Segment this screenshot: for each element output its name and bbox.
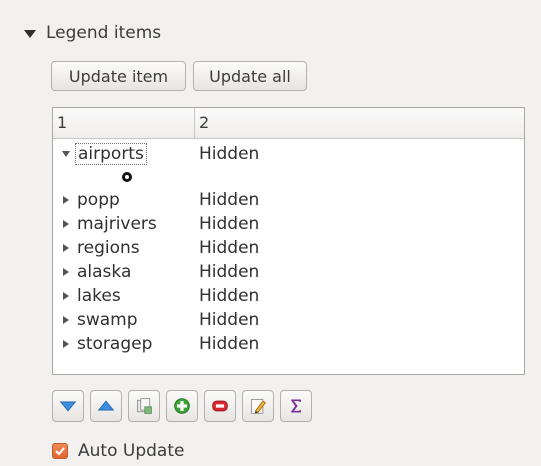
tree-cell-name: alaska [53, 262, 199, 282]
tree-cell-value: Hidden [199, 214, 260, 234]
tree-header: 1 2 [53, 108, 524, 139]
tree-row[interactable]: swamp Hidden [53, 308, 524, 332]
auto-update-label: Auto Update [78, 441, 185, 461]
tree-cell-value: Hidden [199, 144, 260, 164]
tree-row[interactable]: lakes Hidden [53, 284, 524, 308]
tree-row[interactable]: airports Hidden [53, 142, 524, 166]
layer-name: regions [77, 238, 140, 258]
tree-cell-name: majrivers [53, 214, 199, 234]
tree-cell-name: lakes [53, 286, 199, 306]
update-all-button[interactable]: Update all [193, 61, 307, 91]
edit-item-button[interactable] [242, 390, 274, 422]
move-down-button[interactable] [52, 390, 84, 422]
remove-item-icon [212, 400, 228, 412]
tree-cell-value: Hidden [199, 310, 260, 330]
tree-row[interactable]: majrivers Hidden [53, 212, 524, 236]
collapsed-arrow-icon[interactable] [63, 268, 69, 276]
add-group-icon [137, 398, 152, 414]
move-up-button[interactable] [90, 390, 122, 422]
collapsed-arrow-icon[interactable] [63, 220, 69, 228]
tree-cell-name: airports [53, 143, 199, 165]
tree-cell-value: Hidden [199, 262, 260, 282]
tree-rows: airports Hidden popp Hidden majrivers Hi… [53, 139, 524, 356]
tree-cell-name: storagep [53, 334, 199, 354]
legend-items-header[interactable]: Legend items [24, 20, 161, 46]
tree-row[interactable]: alaska Hidden [53, 260, 524, 284]
layer-name: airports [75, 143, 147, 165]
auto-update-checkbox[interactable]: Auto Update [52, 440, 184, 462]
update-item-button[interactable]: Update item [51, 61, 186, 91]
section-title: Legend items [46, 23, 162, 43]
layer-name: popp [77, 190, 120, 210]
tree-cell-value: Hidden [199, 190, 260, 210]
point-symbol-icon [122, 172, 132, 182]
tree-cell-value: Hidden [199, 286, 260, 306]
tree-cell-value: Hidden [199, 334, 260, 354]
tree-cell-name: regions [53, 238, 199, 258]
collapsed-arrow-icon[interactable] [63, 340, 69, 348]
checkbox-checked-icon[interactable] [52, 443, 68, 459]
count-features-icon [291, 399, 301, 413]
layer-name: lakes [77, 286, 121, 306]
add-item-button[interactable] [166, 390, 198, 422]
legend-tree[interactable]: 1 2 airports Hidden popp Hidden majriver… [52, 107, 525, 375]
tree-row[interactable]: regions Hidden [53, 236, 524, 260]
layer-name: majrivers [77, 214, 157, 234]
layer-name: storagep [77, 334, 153, 354]
column-header-1[interactable]: 1 [53, 108, 195, 138]
remove-item-button[interactable] [204, 390, 236, 422]
tree-cell-name: swamp [53, 310, 199, 330]
expanded-arrow-icon[interactable] [62, 151, 70, 157]
tree-row[interactable]: popp Hidden [53, 188, 524, 212]
add-item-icon [174, 398, 190, 414]
collapsed-arrow-icon[interactable] [63, 292, 69, 300]
add-group-button[interactable] [128, 390, 160, 422]
collapse-arrow-icon[interactable] [24, 30, 36, 38]
move-up-icon [97, 400, 115, 411]
collapsed-arrow-icon[interactable] [63, 244, 69, 252]
layer-name: alaska [77, 262, 132, 282]
edit-item-icon [251, 399, 266, 414]
tree-cell-name: popp [53, 190, 199, 210]
layer-name: swamp [77, 310, 138, 330]
collapsed-arrow-icon[interactable] [63, 196, 69, 204]
count-features-button[interactable] [280, 390, 312, 422]
tree-cell-value: Hidden [199, 238, 260, 258]
tree-sub-row[interactable] [53, 166, 524, 188]
collapsed-arrow-icon[interactable] [63, 316, 69, 324]
move-down-icon [59, 401, 77, 412]
tree-row[interactable]: storagep Hidden [53, 332, 524, 356]
column-header-2[interactable]: 2 [195, 108, 524, 138]
legend-toolbar [52, 390, 312, 422]
